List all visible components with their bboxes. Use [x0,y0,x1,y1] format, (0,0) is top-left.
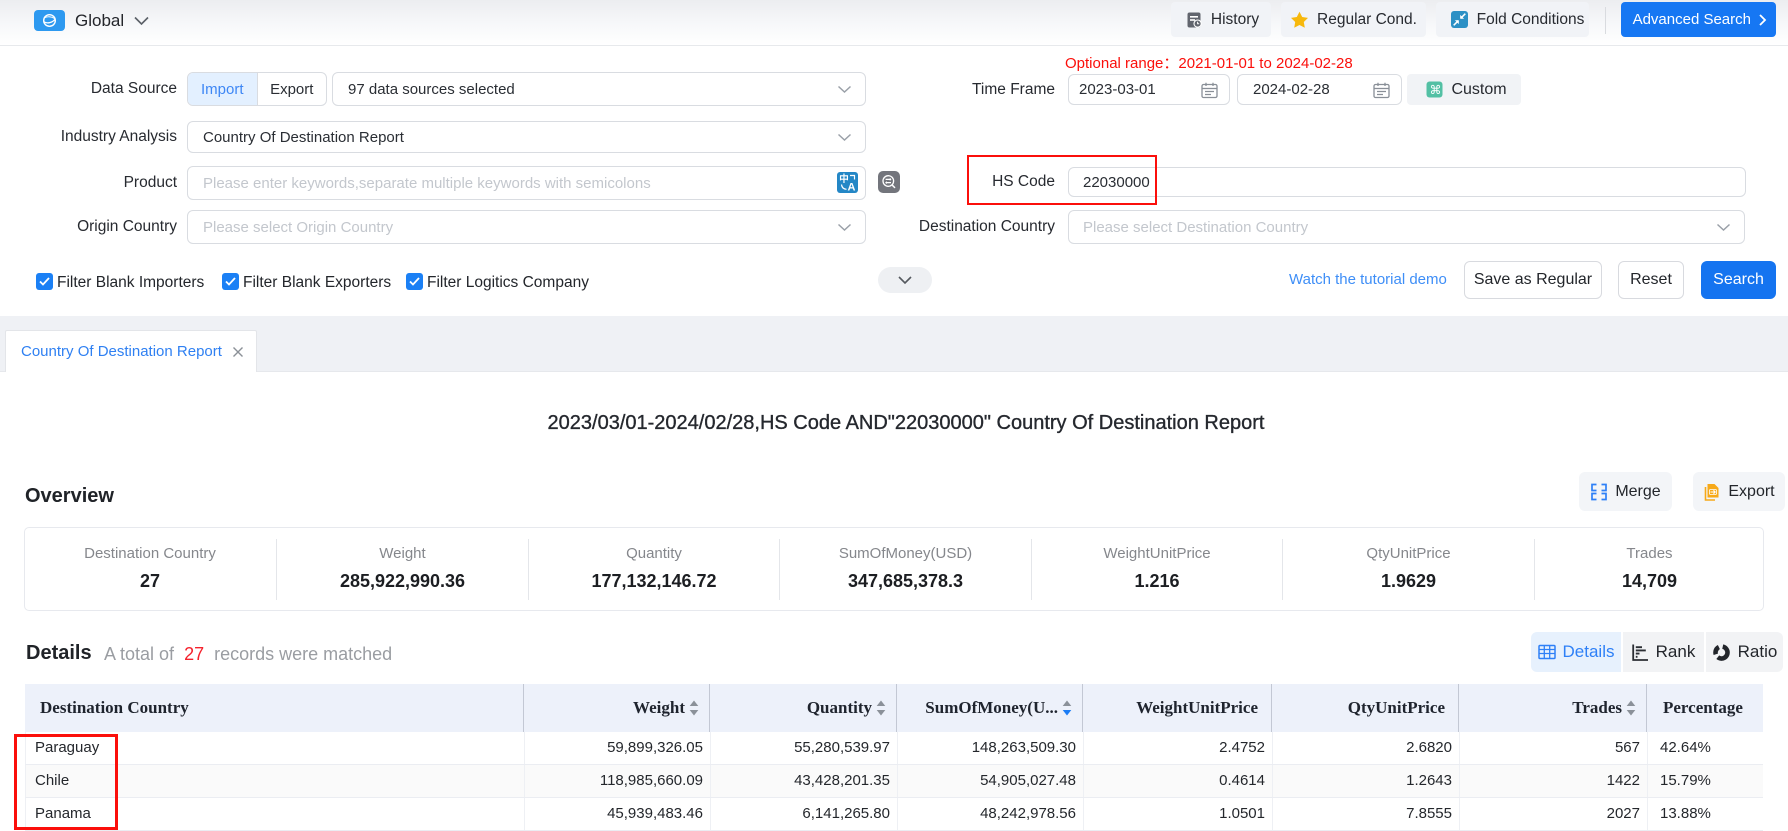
svg-text:⌘: ⌘ [1430,83,1442,97]
svg-text:A: A [848,182,856,194]
